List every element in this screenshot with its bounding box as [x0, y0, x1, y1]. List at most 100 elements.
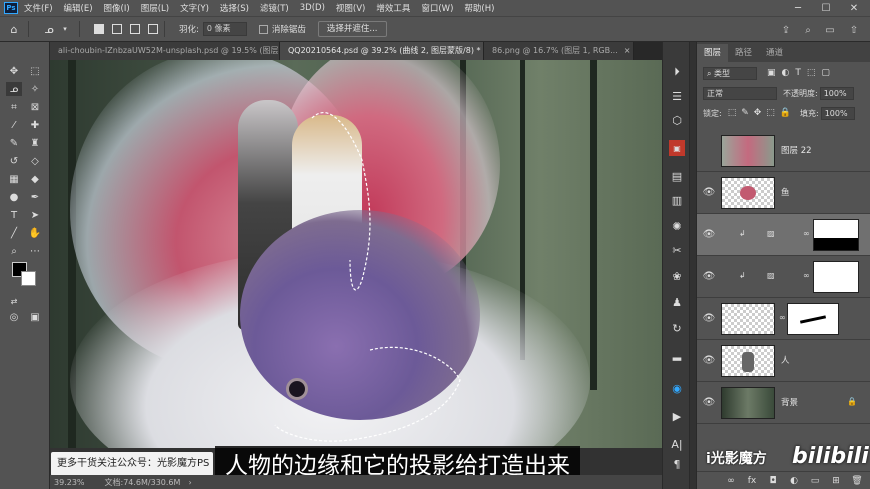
eye-icon[interactable]: 👁 [702, 186, 716, 200]
adjustment-layer-icon[interactable]: ◐ [787, 474, 801, 488]
search-icon[interactable]: ⌕ [800, 22, 816, 38]
brush-settings-icon[interactable]: ✺ [669, 218, 685, 234]
feather-input[interactable]: 0 像素 [202, 22, 247, 36]
fill-input[interactable]: 100% [820, 106, 855, 120]
clone-stamp-tool-icon[interactable]: ♜ [27, 136, 43, 150]
layer-row[interactable]: 👁 人 [697, 340, 870, 382]
frame-tool-icon[interactable]: ⊠ [27, 100, 43, 114]
swap-colors-icon[interactable]: ⇄ [6, 294, 22, 308]
layer-style-icon[interactable]: fx [745, 474, 759, 488]
color-picker-icon[interactable]: ▣ [669, 140, 685, 156]
eye-icon[interactable]: 👁 [702, 228, 716, 242]
document-canvas[interactable] [50, 60, 662, 448]
tab-layers[interactable]: 图层 [697, 44, 729, 62]
tab-document-2[interactable]: QQ20210564.psd @ 39.2% (曲线 2, 图层蒙版/8) *× [280, 42, 484, 60]
background-color-swatch[interactable] [21, 271, 36, 286]
paragraph-icon[interactable]: ¶ [669, 456, 685, 472]
share-export-icon[interactable]: ⇧ [846, 22, 862, 38]
add-selection-icon[interactable] [112, 24, 122, 34]
history-icon[interactable]: ⏵ [669, 64, 685, 80]
select-and-mask-button[interactable]: 选择并遮住... [317, 21, 387, 37]
menu-help[interactable]: 帮助(H) [464, 2, 494, 14]
rotate-icon[interactable]: ↻ [669, 320, 685, 336]
chain-link-icon[interactable]: ∞ [803, 229, 810, 238]
zoom-tool-icon[interactable]: ⌕ [6, 244, 22, 258]
tab-channels[interactable]: 通道 [759, 44, 790, 62]
chain-link-icon[interactable]: ∞ [803, 271, 810, 280]
layer-row[interactable]: 👁 背景 🔒 [697, 382, 870, 424]
healing-brush-tool-icon[interactable]: ✚ [27, 118, 43, 132]
layer-mask-thumbnail[interactable] [787, 303, 839, 335]
menu-image[interactable]: 图像(I) [104, 2, 130, 14]
filter-icons[interactable]: ▣◐T⬚▢ [767, 68, 836, 78]
layer-row[interactable]: 👁 ∞ [697, 298, 870, 340]
layer-row[interactable]: 图层 22 [697, 130, 870, 172]
layer-row[interactable]: 👁 ↲ ▨ ∞ [697, 256, 870, 298]
lasso-tool-preset-icon[interactable]: ᓄ [41, 21, 57, 37]
chevron-down-icon[interactable]: ▾ [57, 21, 73, 37]
share-icon[interactable]: ⇪ [778, 22, 794, 38]
circle-icon[interactable]: ◉ [669, 380, 685, 396]
layer-row[interactable]: 👁 鱼 [697, 172, 870, 214]
blend-mode-dropdown[interactable]: 正常 [703, 86, 777, 100]
subtract-selection-icon[interactable] [130, 24, 140, 34]
link-layers-icon[interactable]: ∞ [724, 474, 738, 488]
eye-icon[interactable]: 👁 [702, 312, 716, 326]
magic-wand-tool-icon[interactable]: ✧ [27, 82, 43, 96]
tab-document-3[interactable]: 86.png @ 16.7% (图层 1, RGB... × [484, 42, 634, 60]
eye-icon[interactable]: 👁 [702, 270, 716, 284]
character-icon[interactable]: ❀ [669, 268, 685, 284]
gradient-tool-icon[interactable]: ▦ [6, 172, 22, 186]
zoom-level[interactable]: 39.23% [54, 478, 85, 487]
crop-tool-icon[interactable]: ⌗ [6, 100, 22, 114]
eye-icon[interactable]: 👁 [702, 354, 716, 368]
history-brush-tool-icon[interactable]: ↺ [6, 154, 22, 168]
adjustments-icon[interactable]: ☰ [669, 88, 685, 104]
chain-link-icon[interactable]: ∞ [779, 313, 786, 322]
tab-document-1[interactable]: ali-choubin-IZnbzaUW52M-unsplash.psd @ 1… [50, 42, 280, 60]
brush-tool-icon[interactable]: ✎ [6, 136, 22, 150]
tab-paths[interactable]: 路径 [728, 44, 759, 62]
home-icon[interactable]: ⌂ [6, 21, 22, 37]
menu-file[interactable]: 文件(F) [24, 2, 53, 14]
minimize-icon[interactable]: ─ [784, 0, 812, 16]
eraser-tool-icon[interactable]: ◇ [27, 154, 43, 168]
new-group-icon[interactable]: ▭ [808, 474, 822, 488]
close-icon[interactable]: ✕ [840, 0, 868, 16]
eyedropper-tool-icon[interactable]: ⁄ [6, 118, 22, 132]
menu-view[interactable]: 视图(V) [336, 2, 365, 14]
quick-mask-icon[interactable]: ◎ [6, 310, 22, 324]
layer-filter-dropdown[interactable]: ⌕ 类型 [703, 66, 757, 80]
text-paragraph-icon[interactable]: A| [669, 436, 685, 452]
blur-tool-icon[interactable]: ◆ [27, 172, 43, 186]
path-selection-tool-icon[interactable]: ➤ [27, 208, 43, 222]
menu-window[interactable]: 窗口(W) [421, 2, 453, 14]
screen-mode-icon[interactable]: ▣ [27, 310, 43, 324]
menu-type[interactable]: 文字(Y) [180, 2, 209, 14]
clone-source-icon[interactable]: ♟ [669, 294, 685, 310]
add-mask-icon[interactable]: ◘ [766, 474, 780, 488]
opacity-input[interactable]: 100% [819, 86, 854, 100]
menu-3d[interactable]: 3D(D) [300, 3, 325, 13]
close-icon[interactable]: × [624, 46, 631, 55]
lasso-tool-icon[interactable]: ᓄ [6, 82, 22, 96]
layer-mask-thumbnail[interactable] [813, 219, 859, 251]
pen-tool-icon[interactable]: ✒ [27, 190, 43, 204]
line-tool-icon[interactable]: ╱ [6, 226, 22, 240]
antialias-checkbox[interactable] [258, 24, 268, 34]
more-tools-icon[interactable]: ⋯ [27, 244, 43, 258]
gradient-panel-icon[interactable]: ▥ [669, 192, 685, 208]
layer-mask-thumbnail[interactable] [813, 261, 859, 293]
eye-icon[interactable]: 👁 [702, 396, 716, 410]
menu-filter[interactable]: 滤镜(T) [260, 2, 289, 14]
type-tool-icon[interactable]: T [6, 208, 22, 222]
swatches-icon[interactable]: ▤ [669, 168, 685, 184]
move-tool-icon[interactable]: ✥ [6, 64, 22, 78]
hand-tool-icon[interactable]: ✋ [27, 226, 43, 240]
new-layer-icon[interactable]: ⊞ [829, 474, 843, 488]
menu-plugins[interactable]: 增效工具 [376, 2, 410, 14]
marquee-tool-icon[interactable]: ⬚ [27, 64, 43, 78]
dodge-tool-icon[interactable]: ● [6, 190, 22, 204]
trash-icon[interactable]: 🗑 [850, 474, 864, 488]
menu-edit[interactable]: 编辑(E) [64, 2, 93, 14]
